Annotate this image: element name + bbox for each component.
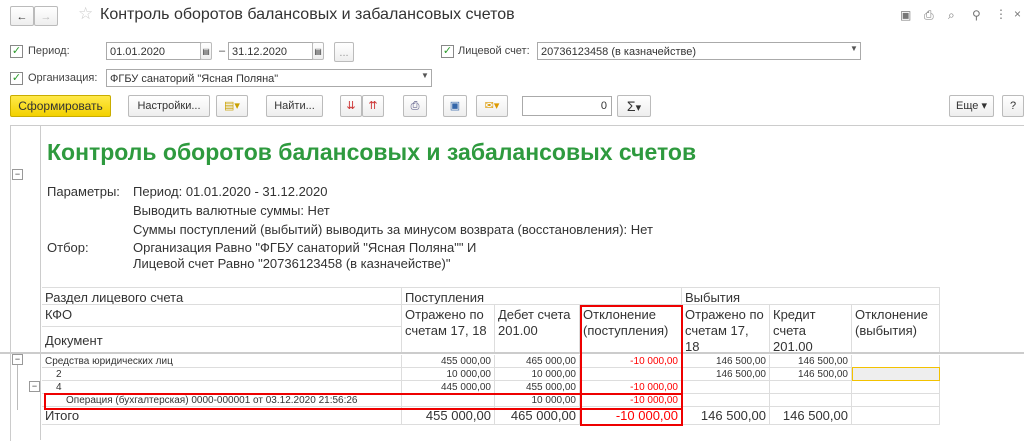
report-title: Контроль оборотов балансовых и забалансо… (47, 139, 697, 165)
param-line: Выводить валютные суммы: Нет (133, 203, 330, 218)
row-value: 146 500,00 (682, 368, 770, 381)
account-checkbox[interactable]: ✓ (441, 45, 454, 58)
more-label: Еще (956, 100, 979, 112)
param-line: Суммы поступлений (выбытий) выводить за … (133, 222, 653, 237)
row-value: 10 000,00 (402, 368, 495, 381)
gutter-divider (40, 126, 41, 440)
header-col: Отражено по счетам 17, 18 (402, 305, 495, 353)
row-value: 455 000,00 (402, 355, 495, 368)
total-value: 146 500,00 (770, 407, 852, 425)
account-label: Лицевой счет: (458, 45, 530, 57)
close-icon[interactable]: × (1014, 7, 1021, 21)
account-select[interactable]: 20736123458 (в казначействе) (537, 42, 861, 60)
filter-label: Отбор: (47, 240, 89, 255)
total-value: 146 500,00 (682, 407, 770, 425)
header-section: Раздел лицевого счета (42, 287, 402, 305)
row-value (770, 381, 852, 394)
more-button[interactable]: Еще ▾ (949, 95, 994, 117)
header-divider (0, 352, 1024, 354)
find-button[interactable]: Найти... (266, 95, 323, 117)
back-button[interactable]: ← (10, 6, 34, 26)
period-from-input[interactable]: 01.01.2020 (106, 42, 201, 60)
group-line (17, 365, 18, 410)
email-button[interactable]: ✉▾ (476, 95, 508, 117)
chevron-down-icon[interactable]: ▼ (421, 71, 429, 80)
filter-line: Организация Равно "ФГБУ санаторий "Ясная… (133, 240, 477, 255)
highlight-operation-row (44, 393, 683, 410)
variants-button[interactable]: ▤▾ (216, 95, 248, 117)
period-dash: – (219, 45, 226, 57)
row-value (682, 381, 770, 394)
favorite-star-icon[interactable]: ☆ (78, 4, 93, 24)
header-col: Отклонение (выбытия) (852, 305, 940, 353)
header-kfo: КФО (42, 305, 402, 327)
header-income: Поступления (402, 287, 682, 305)
group-collapse-icon[interactable]: − (12, 169, 23, 180)
collapse-groups-button[interactable]: ⇈ (362, 95, 384, 117)
org-label: Организация: (28, 72, 98, 84)
link-icon[interactable]: ⚲ (972, 8, 981, 22)
help-button[interactable]: ? (1002, 95, 1024, 117)
sigma-icon: Σ (626, 98, 636, 114)
save-icon[interactable]: ▣ (900, 8, 911, 22)
row-value (770, 394, 852, 407)
selected-cell[interactable] (852, 367, 940, 381)
settings-button[interactable]: Настройки... (128, 95, 210, 117)
row-value: 146 500,00 (770, 355, 852, 368)
calendar-from-icon[interactable]: ▤ (200, 42, 212, 60)
row-value: 146 500,00 (770, 368, 852, 381)
row-value: 146 500,00 (682, 355, 770, 368)
sum-button[interactable]: Σ▾ (617, 95, 651, 117)
header-col: Кредит счета 201.00 (770, 305, 852, 353)
save-button[interactable]: ▣ (443, 95, 467, 117)
row-value (682, 394, 770, 407)
row-value (852, 381, 940, 394)
row-value (852, 394, 940, 407)
header-col: Отражено по счетам 17, 18 (682, 305, 770, 353)
group-collapse-icon[interactable]: − (29, 381, 40, 392)
param-line: Период: 01.01.2020 - 31.12.2020 (133, 184, 328, 199)
header-outcome: Выбытия (682, 287, 940, 305)
total-value (852, 407, 940, 425)
filter-line: Лицевой счет Равно "20736123458 (в казна… (133, 256, 451, 271)
period-select-button[interactable]: ... (334, 42, 354, 62)
chevron-down-icon[interactable]: ▼ (850, 44, 858, 53)
period-checkbox[interactable]: ✓ (10, 45, 23, 58)
header-col: Дебет счета 201.00 (495, 305, 580, 353)
header-document: Документ (42, 327, 402, 353)
period-label: Период: (28, 45, 70, 57)
group-collapse-icon[interactable]: − (12, 354, 23, 365)
print-button[interactable]: ⎙ (403, 95, 427, 117)
row-value: 10 000,00 (495, 368, 580, 381)
window-title: Контроль оборотов балансовых и забалансо… (100, 6, 515, 23)
row-name: 2 (42, 368, 402, 381)
org-checkbox[interactable]: ✓ (10, 72, 23, 85)
org-select[interactable]: ФГБУ санаторий "Ясная Поляна" (106, 69, 432, 87)
row-name: Средства юридических лиц (42, 355, 402, 368)
calendar-to-icon[interactable]: ▤ (312, 42, 324, 60)
forward-button[interactable]: → (34, 6, 58, 26)
sum-field[interactable]: 0 (522, 96, 612, 116)
period-to-input[interactable]: 31.12.2020 (228, 42, 313, 60)
menu-icon[interactable]: ⋮ (995, 7, 1007, 21)
row-value: 465 000,00 (495, 355, 580, 368)
expand-groups-button[interactable]: ⇊ (340, 95, 362, 117)
preview-icon[interactable]: ⌕ (948, 8, 955, 23)
generate-button[interactable]: Сформировать (10, 95, 111, 117)
print-icon[interactable]: ⎙ (924, 8, 934, 23)
params-label: Параметры: (47, 184, 120, 199)
